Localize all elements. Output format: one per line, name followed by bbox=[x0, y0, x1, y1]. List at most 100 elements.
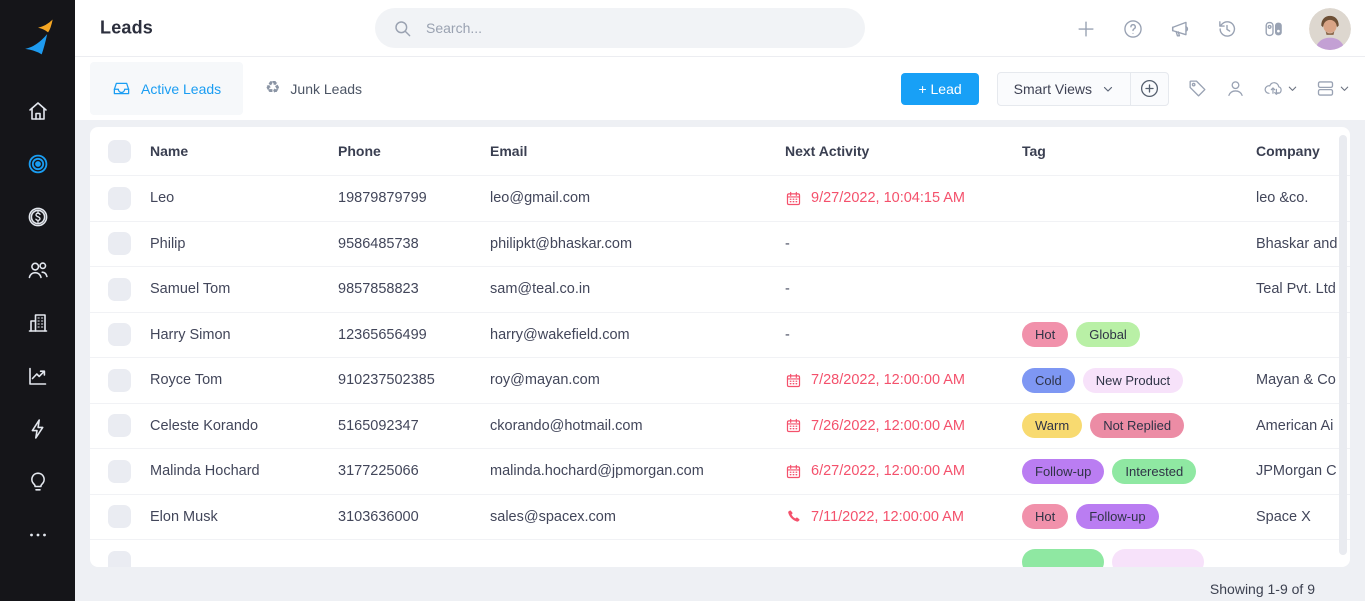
tab-active-leads[interactable]: Active Leads bbox=[90, 62, 244, 115]
lead-name[interactable]: Malinda Hochard bbox=[150, 463, 338, 479]
lead-name[interactable]: Philip bbox=[150, 236, 338, 252]
row-checkbox[interactable] bbox=[108, 550, 131, 567]
tag-pill[interactable]: Cold bbox=[1022, 367, 1075, 393]
table-row[interactable]: Harry Simon 12365656499 harry@wakefield.co… bbox=[90, 311, 1350, 358]
tag-pill[interactable] bbox=[1112, 549, 1204, 567]
tag-pill[interactable]: Not Replied bbox=[1090, 413, 1185, 439]
user-avatar[interactable] bbox=[1309, 7, 1351, 50]
sidebar-item-companies[interactable] bbox=[16, 296, 60, 349]
table-scrollbar[interactable] bbox=[1339, 135, 1347, 555]
tag-pill[interactable]: Hot bbox=[1022, 504, 1069, 530]
lead-name[interactable]: Celeste Korando bbox=[150, 418, 338, 434]
table-row[interactable]: Leo 19879879799 leo@gmail.com 9/27/2022, 10… bbox=[90, 175, 1350, 221]
column-header-email[interactable]: Email bbox=[490, 143, 785, 159]
tag-pill[interactable]: Warm bbox=[1022, 413, 1083, 439]
add-smart-view-button[interactable] bbox=[1130, 72, 1168, 105]
search-input[interactable] bbox=[426, 20, 847, 36]
lead-email: malinda.hochard@jpmorgan.com bbox=[490, 463, 704, 480]
apps-icon[interactable] bbox=[1262, 17, 1286, 41]
tag-pill[interactable] bbox=[1022, 549, 1104, 567]
sidebar-item-contacts[interactable] bbox=[16, 243, 60, 296]
add-lead-button[interactable]: + Lead bbox=[901, 72, 979, 105]
next-activity-date: 6/27/2022, 12:00:00 AM bbox=[811, 463, 965, 480]
row-checkbox[interactable] bbox=[108, 232, 131, 256]
tag-pill[interactable]: Hot bbox=[1022, 322, 1069, 348]
topbar: Leads bbox=[75, 0, 1365, 57]
lead-tags: Follow-up Interested bbox=[1022, 458, 1256, 484]
tab-junk-leads[interactable]: ♻ Junk Leads bbox=[243, 62, 384, 115]
column-header-tag[interactable]: Tag bbox=[1022, 143, 1256, 159]
sidebar-item-home[interactable] bbox=[16, 84, 60, 137]
column-header-next-activity[interactable]: Next Activity bbox=[785, 143, 1022, 159]
lead-next-activity: 7/11/2022, 12:00:00 AM bbox=[785, 508, 1022, 525]
lead-tags: Hot Global bbox=[1022, 322, 1256, 348]
select-all-checkbox[interactable] bbox=[108, 139, 131, 163]
lead-email: harry@wakefield.com bbox=[490, 326, 630, 343]
lead-name[interactable]: Elon Musk bbox=[150, 509, 338, 525]
lead-tags bbox=[1022, 549, 1256, 567]
table-row[interactable]: Philip 9586485738 philipkt@bhaskar.com - Bha… bbox=[90, 220, 1350, 267]
history-icon[interactable] bbox=[1215, 17, 1239, 41]
sidebar-item-insights[interactable] bbox=[16, 455, 60, 508]
tag-pill[interactable]: Global bbox=[1076, 322, 1140, 348]
lead-company[interactable]: leo &co. bbox=[1256, 190, 1350, 206]
lead-phone: 9586485738 bbox=[338, 235, 419, 252]
help-icon[interactable] bbox=[1121, 17, 1145, 41]
row-checkbox[interactable] bbox=[108, 505, 131, 529]
smart-views-dropdown[interactable]: Smart Views bbox=[998, 73, 1130, 105]
table-row[interactable]: Malinda Hochard 3177225066 malinda.hochard… bbox=[90, 448, 1350, 494]
table-row[interactable] bbox=[90, 539, 1350, 567]
assign-user-icon[interactable] bbox=[1225, 78, 1246, 99]
table-row[interactable]: Elon Musk 3103636000 sales@spacex.com 7/11/… bbox=[90, 493, 1350, 540]
lead-company[interactable]: American Ai bbox=[1256, 418, 1350, 434]
lead-company[interactable]: Space X bbox=[1256, 509, 1350, 525]
table-row[interactable]: Celeste Korando 5165092347 ckorando@hotmai… bbox=[90, 402, 1350, 449]
table-row[interactable]: Samuel Tom 9857858823 sam@teal.co.in - Teal … bbox=[90, 266, 1350, 312]
lead-email: ckorando@hotmail.com bbox=[490, 417, 643, 434]
plus-circle-icon bbox=[1140, 79, 1159, 98]
lead-company[interactable]: Mayan & Co bbox=[1256, 372, 1350, 388]
lead-tags: Cold New Product bbox=[1022, 367, 1256, 393]
tag-pill[interactable]: Follow-up bbox=[1076, 504, 1159, 530]
announcements-icon[interactable] bbox=[1168, 17, 1192, 41]
column-header-name[interactable]: Name bbox=[150, 143, 338, 159]
cloud-sync-icon[interactable] bbox=[1263, 78, 1298, 99]
add-icon[interactable] bbox=[1074, 17, 1098, 41]
row-checkbox[interactable] bbox=[108, 414, 131, 438]
lead-next-activity: - bbox=[785, 281, 1022, 297]
sidebar-item-leads[interactable] bbox=[16, 137, 60, 190]
lead-name[interactable]: Leo bbox=[150, 190, 338, 206]
column-header-phone[interactable]: Phone bbox=[338, 143, 490, 159]
lead-phone: 910237502385 bbox=[338, 372, 435, 389]
column-header-company[interactable]: Company bbox=[1256, 143, 1350, 159]
people-icon bbox=[26, 258, 50, 282]
sidebar-item-reports[interactable] bbox=[16, 349, 60, 402]
table-header-row: Name Phone Email Next Activity Tag Company bbox=[90, 127, 1350, 175]
lead-company[interactable]: JPMorgan C bbox=[1256, 463, 1350, 479]
lead-name[interactable]: Royce Tom bbox=[150, 372, 338, 388]
row-checkbox[interactable] bbox=[108, 186, 131, 210]
lead-phone: 19879879799 bbox=[338, 190, 427, 207]
row-checkbox[interactable] bbox=[108, 323, 131, 347]
row-checkbox[interactable] bbox=[108, 277, 131, 301]
lead-name[interactable]: Samuel Tom bbox=[150, 281, 338, 297]
table-row[interactable]: Royce Tom 910237502385 roy@mayan.com 7/28/2… bbox=[90, 357, 1350, 403]
row-checkbox[interactable] bbox=[108, 459, 131, 483]
tag-pill[interactable]: Follow-up bbox=[1022, 458, 1105, 484]
tag-pill[interactable]: New Product bbox=[1082, 367, 1184, 393]
lead-name[interactable]: Harry Simon bbox=[150, 327, 338, 343]
row-checkbox[interactable] bbox=[108, 368, 131, 392]
sidebar-item-workflows[interactable] bbox=[16, 402, 60, 455]
sidebar-item-deals[interactable] bbox=[16, 190, 60, 243]
lead-company[interactable]: Teal Pvt. Ltd bbox=[1256, 281, 1350, 297]
app-logo-icon[interactable] bbox=[16, 14, 60, 58]
lead-next-activity: - bbox=[785, 236, 1022, 252]
tag-pill[interactable]: Interested bbox=[1112, 458, 1197, 484]
sidebar-item-more[interactable] bbox=[16, 508, 60, 561]
lead-email: roy@mayan.com bbox=[490, 372, 600, 389]
layout-rows-icon[interactable] bbox=[1315, 78, 1350, 99]
next-activity-date: 9/27/2022, 10:04:15 AM bbox=[811, 190, 965, 207]
lead-company[interactable]: Bhaskar and bbox=[1256, 236, 1350, 252]
tag-icon[interactable] bbox=[1187, 78, 1208, 99]
smart-views-label: Smart Views bbox=[1013, 80, 1092, 97]
